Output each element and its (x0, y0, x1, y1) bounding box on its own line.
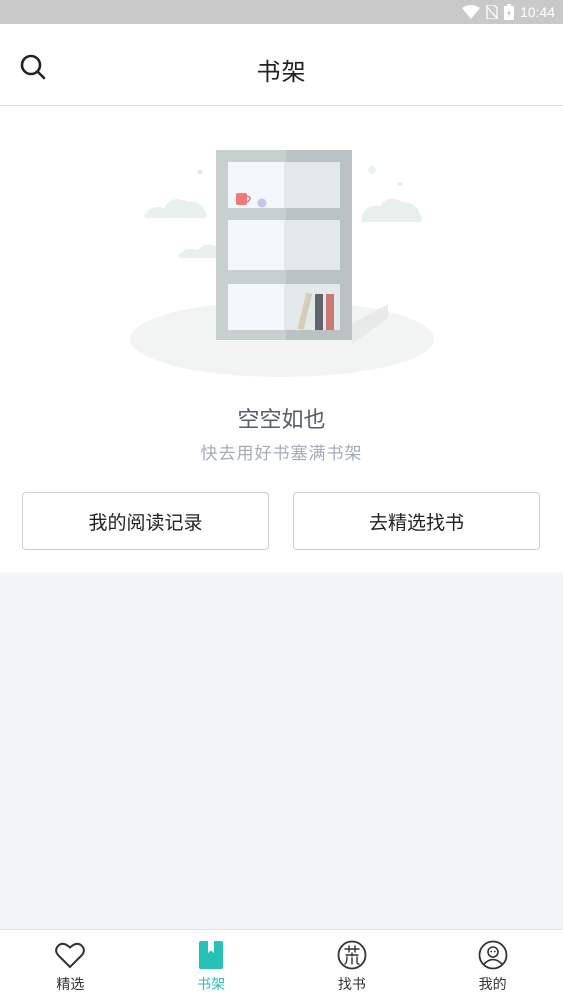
bottom-nav: 精选 书架 找书 我的 (0, 929, 563, 1001)
app-header: 书架 (0, 24, 563, 106)
no-sim-icon (485, 5, 498, 19)
heart-icon (54, 939, 86, 971)
nav-item-bookshelf[interactable]: 书架 (141, 930, 282, 1001)
bookmark-icon (195, 939, 227, 971)
profile-icon (477, 939, 509, 971)
nav-label-find-books: 找书 (337, 977, 366, 993)
empty-state-subtitle: 快去用好书塞满书架 (200, 444, 363, 464)
nav-item-mine[interactable]: 我的 (422, 930, 563, 1001)
empty-bookshelf-panel: 空空如也 快去用好书塞满书架 我的阅读记录 去精选找书 (0, 106, 563, 573)
nav-item-find-books[interactable]: 找书 (282, 930, 423, 1001)
status-bar: 10:44 (0, 0, 563, 24)
nav-item-featured[interactable]: 精选 (0, 930, 141, 1001)
status-time: 10:44 (519, 4, 555, 20)
browse-featured-button[interactable]: 去精选找书 (293, 492, 540, 550)
huang-char-icon (336, 939, 368, 971)
nav-label-mine: 我的 (478, 977, 507, 993)
wifi-icon (461, 5, 480, 19)
battery-charging-icon (503, 4, 514, 20)
reading-history-button[interactable]: 我的阅读记录 (22, 492, 269, 550)
empty-state-title: 空空如也 (237, 408, 326, 433)
nav-label-bookshelf: 书架 (197, 977, 226, 993)
empty-bookshelf-illustration (126, 144, 438, 384)
nav-label-featured: 精选 (56, 977, 85, 993)
page-title: 书架 (256, 58, 307, 86)
